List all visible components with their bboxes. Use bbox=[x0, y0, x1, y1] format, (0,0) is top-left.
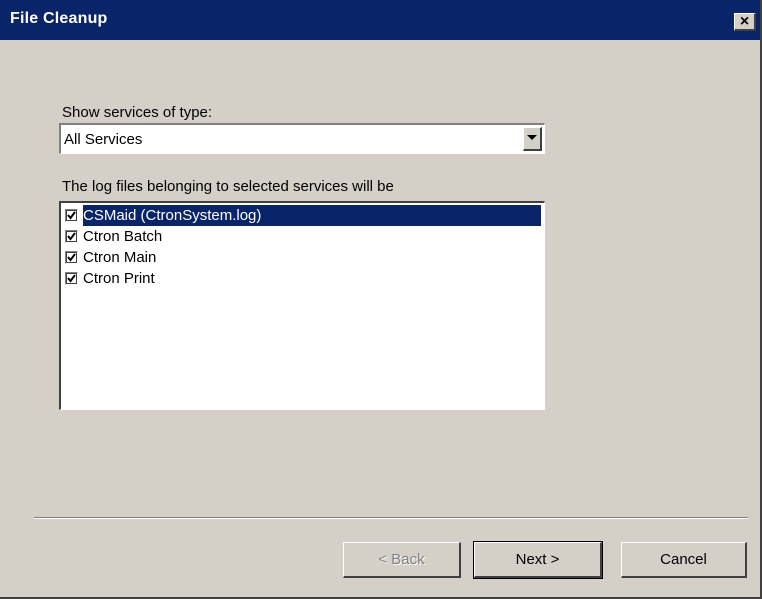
back-button[interactable]: < Back bbox=[343, 542, 461, 578]
checkmark-icon bbox=[67, 232, 76, 241]
list-item-label: Ctron Print bbox=[83, 270, 155, 287]
checkbox-csmaid[interactable] bbox=[65, 209, 78, 222]
title-bar[interactable]: File Cleanup × bbox=[0, 0, 760, 40]
list-item-label: Ctron Batch bbox=[83, 228, 163, 245]
file-cleanup-dialog: File Cleanup × Show services of type: Al… bbox=[0, 0, 762, 599]
service-type-value: All Services bbox=[64, 131, 143, 148]
checkbox-ctron-main[interactable] bbox=[65, 251, 78, 264]
checkmark-icon bbox=[67, 253, 76, 262]
list-item-label: Ctron Main bbox=[83, 249, 157, 266]
checkmark-icon bbox=[67, 274, 76, 283]
window-title: File Cleanup bbox=[10, 10, 108, 27]
service-list-label: The log files belonging to selected serv… bbox=[62, 178, 394, 195]
next-button[interactable]: Next > bbox=[473, 541, 603, 579]
separator bbox=[34, 517, 748, 519]
list-item-csmaid[interactable]: CSMaid (CtronSystem.log) bbox=[63, 205, 541, 226]
service-list[interactable]: CSMaid (CtronSystem.log) Ctron Batch Ctr… bbox=[59, 201, 545, 410]
list-item-label: CSMaid (CtronSystem.log) bbox=[83, 205, 541, 226]
service-type-label: Show services of type: bbox=[62, 104, 213, 121]
close-button[interactable]: × bbox=[734, 13, 756, 31]
list-item-ctron-main[interactable]: Ctron Main bbox=[63, 247, 541, 268]
list-item-ctron-batch[interactable]: Ctron Batch bbox=[63, 226, 541, 247]
list-item-ctron-print[interactable]: Ctron Print bbox=[63, 268, 541, 289]
checkbox-ctron-print[interactable] bbox=[65, 272, 78, 285]
checkbox-ctron-batch[interactable] bbox=[65, 230, 78, 243]
close-icon: × bbox=[739, 13, 750, 30]
service-type-dropdown[interactable]: All Services bbox=[59, 123, 545, 154]
cancel-button[interactable]: Cancel bbox=[621, 542, 747, 578]
chevron-down-icon bbox=[527, 135, 537, 140]
dropdown-button[interactable] bbox=[523, 127, 542, 151]
checkmark-icon bbox=[67, 211, 76, 220]
